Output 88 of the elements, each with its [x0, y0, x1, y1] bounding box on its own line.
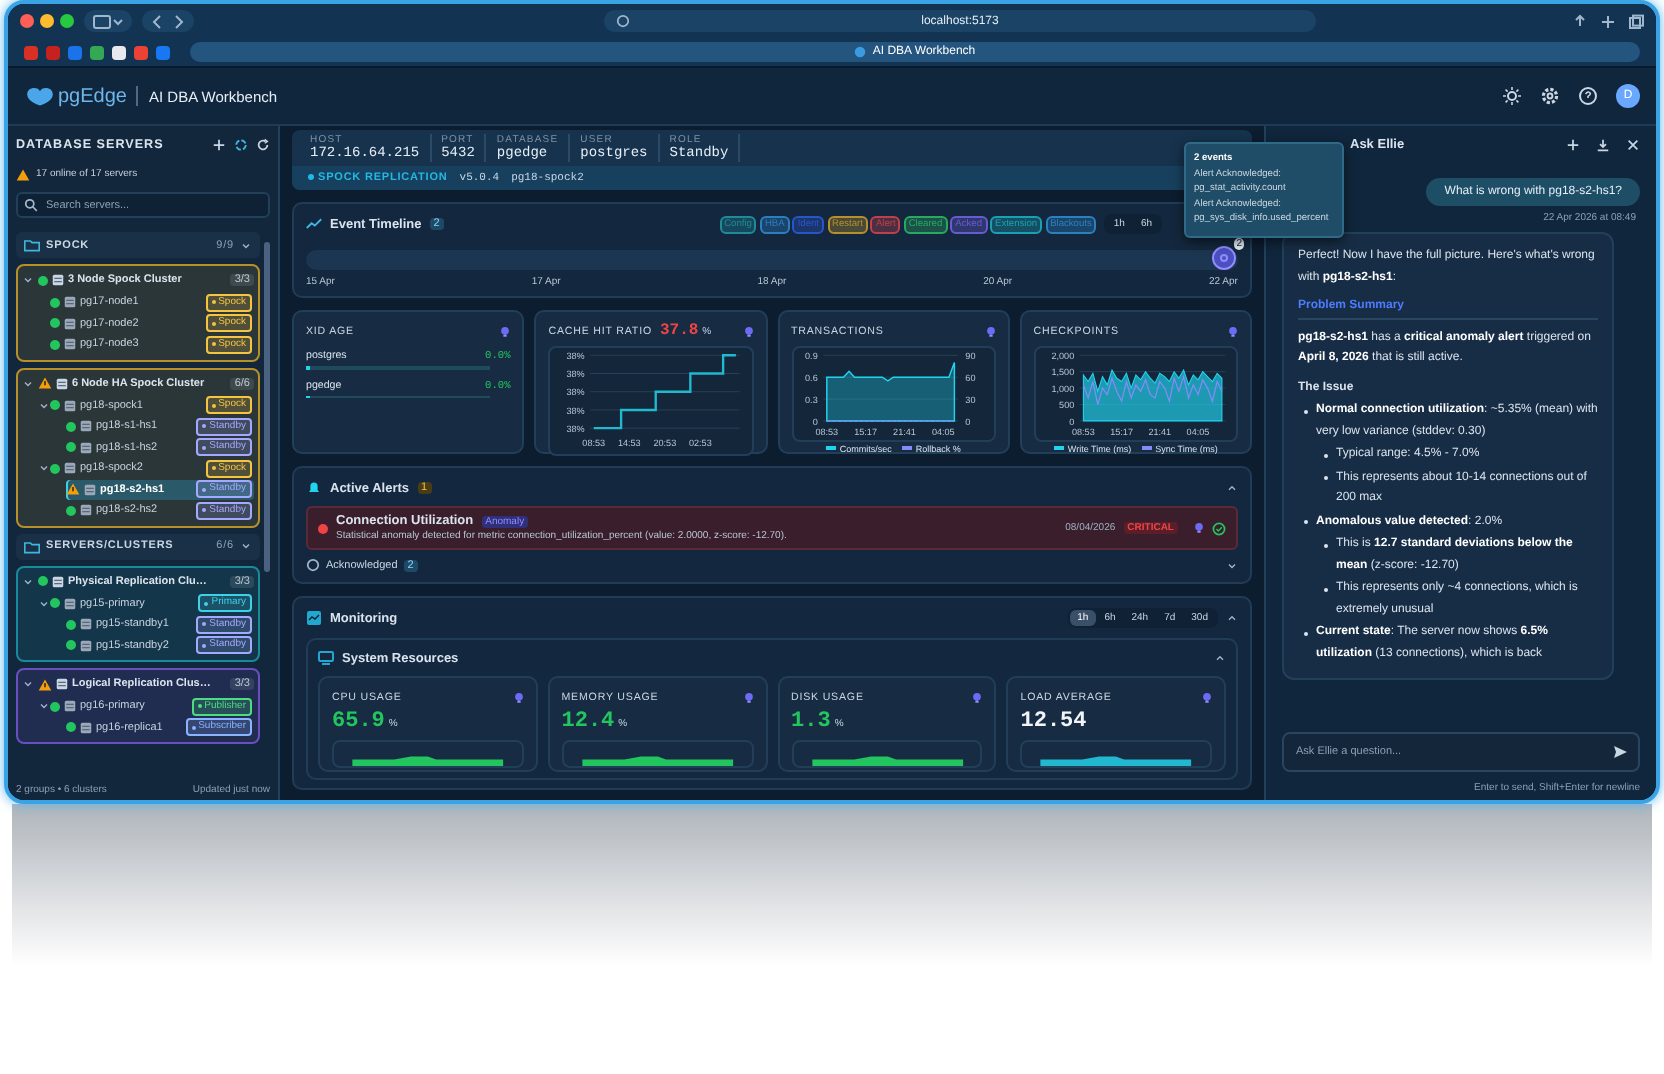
refresh-icon[interactable] — [256, 137, 270, 151]
send-icon[interactable] — [1612, 744, 1628, 760]
sun-icon[interactable] — [1502, 86, 1522, 106]
share-icon[interactable] — [1572, 13, 1588, 29]
plus-icon[interactable] — [1600, 13, 1616, 29]
zoom-button[interactable] — [60, 14, 74, 28]
server-icon — [64, 597, 76, 610]
chevron-icon[interactable] — [22, 377, 34, 389]
timeline-track[interactable] — [306, 250, 1238, 270]
close-icon[interactable] — [1626, 137, 1640, 151]
server-icon — [64, 317, 76, 330]
monitor-icon — [306, 610, 322, 626]
series-area — [1082, 368, 1222, 422]
server-icon — [64, 462, 76, 475]
bulb-icon[interactable] — [513, 691, 524, 703]
close-button[interactable] — [20, 14, 34, 28]
chevron-icon[interactable] — [38, 700, 50, 713]
site-icon — [854, 46, 867, 58]
line-chart-drawing — [594, 354, 737, 430]
plus-icon[interactable] — [1566, 137, 1580, 151]
chevron-icon[interactable] — [1226, 612, 1238, 624]
server-icon — [64, 700, 76, 713]
bulb-icon[interactable] — [1194, 522, 1204, 534]
tabs-icon[interactable] — [1628, 13, 1644, 29]
help-icon[interactable] — [1578, 86, 1598, 106]
server-icon — [52, 575, 64, 587]
metric-value: 65.9 — [332, 710, 385, 734]
chevron-icon[interactable] — [240, 540, 252, 552]
bulb-icon[interactable] — [743, 325, 753, 337]
chevron-icon[interactable] — [38, 597, 50, 610]
series-area — [825, 361, 955, 422]
series-line — [825, 420, 955, 422]
bulb-icon[interactable] — [972, 691, 983, 703]
server-icon — [80, 504, 92, 517]
server-icon — [56, 377, 68, 389]
download-icon[interactable] — [1596, 137, 1610, 151]
series-line — [1082, 374, 1223, 406]
computer-icon — [318, 650, 334, 666]
folder-icon — [24, 238, 40, 252]
check-icon — [306, 558, 320, 572]
metric-value: 1.3 — [791, 710, 831, 734]
logo-icon — [24, 84, 56, 108]
back-forward-button[interactable] — [142, 10, 194, 32]
metric-value: 37.8 — [659, 322, 699, 340]
scrollbar[interactable] — [264, 242, 270, 572]
chevron-icon[interactable] — [22, 678, 34, 690]
event-marker[interactable] — [1212, 246, 1236, 270]
severity-dot — [318, 523, 328, 533]
settings-icon[interactable] — [1540, 86, 1560, 106]
server-icon — [80, 420, 92, 433]
chevron-icon[interactable] — [38, 462, 50, 475]
warning-icon — [16, 167, 30, 181]
server-icon — [64, 338, 76, 351]
minimize-button[interactable] — [40, 14, 54, 28]
server-icon — [56, 678, 68, 690]
server-icon — [80, 441, 92, 454]
bulb-icon[interactable] — [1202, 691, 1212, 703]
bulb-icon[interactable] — [743, 691, 753, 703]
trend-icon — [306, 216, 322, 232]
sidebar-toggle-button[interactable] — [84, 10, 132, 32]
shield-icon — [616, 14, 630, 28]
sync-icon[interactable] — [234, 137, 248, 151]
replication-dot — [308, 174, 314, 180]
chevron-icon[interactable] — [1214, 652, 1226, 664]
bulb-icon[interactable] — [1228, 325, 1238, 337]
chevron-icon[interactable] — [240, 239, 252, 251]
server-icon — [52, 274, 64, 286]
server-icon — [80, 618, 92, 631]
folder-icon — [24, 539, 40, 553]
server-icon — [64, 399, 76, 412]
logo-text: pgEdge — [58, 85, 127, 107]
metric-value: 12.4 — [561, 710, 615, 734]
server-icon — [64, 296, 76, 309]
chevron-icon[interactable] — [22, 575, 34, 587]
server-icon — [80, 639, 92, 652]
add-icon[interactable] — [212, 137, 226, 151]
metric-value: 12.54 — [1020, 710, 1087, 734]
bell-icon — [306, 480, 322, 496]
chevron-icon[interactable] — [1226, 482, 1238, 494]
chevron-icon[interactable] — [38, 399, 50, 412]
bulb-icon[interactable] — [985, 325, 996, 337]
chevron-icon[interactable] — [1226, 559, 1238, 571]
check-icon[interactable] — [1212, 521, 1226, 535]
bulb-icon[interactable] — [500, 325, 511, 337]
chevron-icon[interactable] — [22, 274, 34, 286]
search-icon — [24, 198, 38, 212]
server-icon — [84, 483, 96, 496]
server-icon — [80, 721, 92, 734]
